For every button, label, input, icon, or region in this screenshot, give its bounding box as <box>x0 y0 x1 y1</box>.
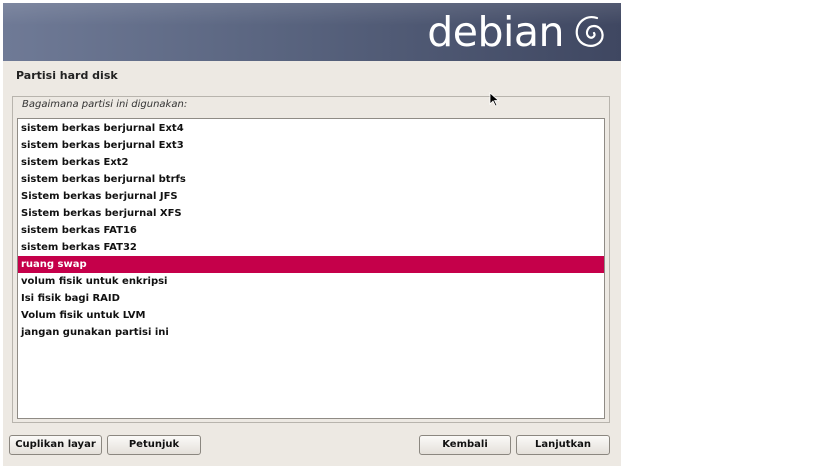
list-item[interactable]: Sistem berkas berjurnal XFS <box>18 205 604 222</box>
list-item[interactable]: Volum fisik untuk LVM <box>18 307 604 324</box>
debian-swirl-icon <box>575 16 604 47</box>
help-button[interactable]: Petunjuk <box>107 435 201 455</box>
list-item[interactable]: Sistem berkas berjurnal JFS <box>18 188 604 205</box>
header-banner: debian <box>3 3 621 61</box>
list-item[interactable]: jangan gunakan partisi ini <box>18 324 604 341</box>
list-item[interactable]: Isi fisik bagi RAID <box>18 290 604 307</box>
list-item-selected[interactable]: ruang swap <box>18 256 604 273</box>
usage-options-list[interactable]: sistem berkas berjurnal Ext4 sistem berk… <box>17 118 605 419</box>
list-item[interactable]: sistem berkas berjurnal btrfs <box>18 171 604 188</box>
list-item[interactable]: sistem berkas FAT16 <box>18 222 604 239</box>
list-item[interactable]: sistem berkas berjurnal Ext4 <box>18 120 604 137</box>
continue-button[interactable]: Lanjutkan <box>516 435 610 455</box>
screenshot-button[interactable]: Cuplikan layar <box>9 435 102 455</box>
page-title: Partisi hard disk <box>16 69 118 82</box>
debian-logo-text: debian <box>427 8 564 56</box>
mouse-cursor-icon <box>489 92 500 107</box>
list-item[interactable]: sistem berkas berjurnal Ext3 <box>18 137 604 154</box>
question-label: Bagaimana partisi ini digunakan: <box>22 99 188 110</box>
list-item[interactable]: sistem berkas FAT32 <box>18 239 604 256</box>
list-item[interactable]: sistem berkas Ext2 <box>18 154 604 171</box>
list-item[interactable]: volum fisik untuk enkripsi <box>18 273 604 290</box>
installer-window: debian Partisi hard disk Bagaimana parti… <box>3 3 621 466</box>
back-button[interactable]: Kembali <box>419 435 511 455</box>
